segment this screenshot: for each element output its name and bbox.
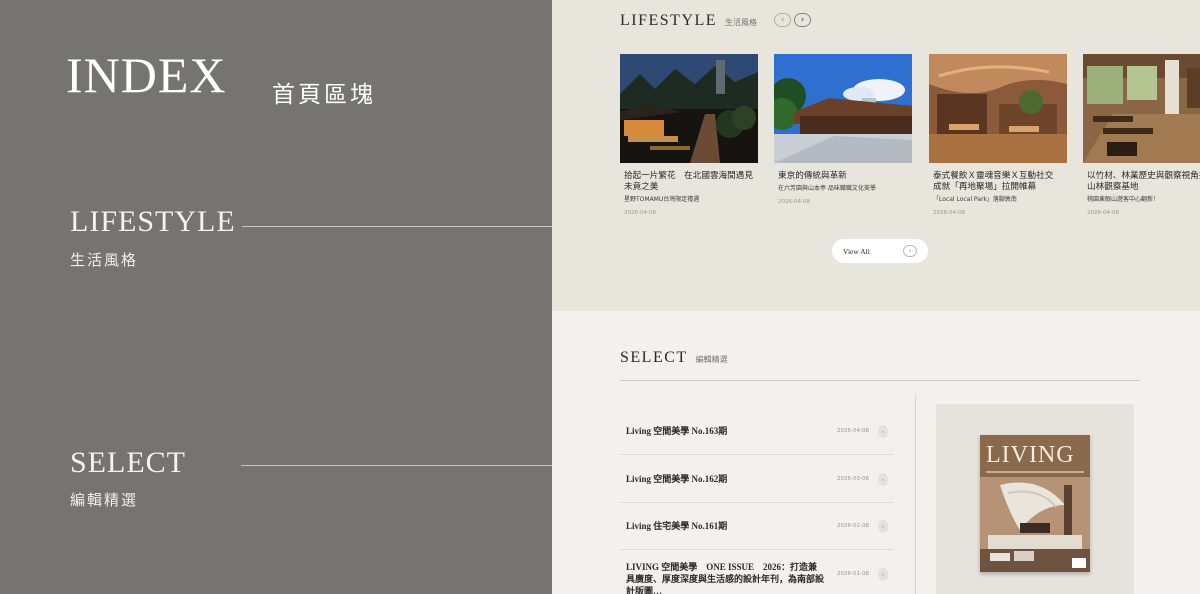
issue-date: 2026-04-08 (837, 428, 869, 434)
index-lifestyle-subtitle: 生活風格 (70, 251, 139, 269)
card-title[interactable]: 拾起一片繁花 在北國雲海間遇見未竟之美 (624, 170, 758, 192)
card-photo[interactable] (620, 54, 758, 163)
card-subtitle: 桃園東眼山遊客中心翻新！ (1087, 196, 1160, 203)
index-select-subtitle: 編輯精選 (70, 491, 139, 509)
lifestyle-card[interactable]: 泰式餐飲Ｘ靈魂音樂Ｘ互動社交 成就「再地聚場」拉開帷幕 「Local Local… (929, 54, 1067, 216)
lifestyle-title: LIFESTYLE (620, 12, 718, 29)
issue-title[interactable]: Living 空間美學 No.162期 (626, 473, 826, 485)
lifestyle-heading: LIFESTYLE 生活風格 (620, 12, 757, 30)
card-subtitle: 星野TOMAMU台灣限定禮遇 (624, 196, 700, 203)
card-date: 2026-04-08 (1087, 210, 1119, 216)
issue-date: 2026-03-06 (837, 476, 869, 482)
select-section: SELECT 編輯精選 Living 空間美學 No.163期 2026-04-… (552, 311, 1200, 594)
lifestyle-card[interactable]: 拾起一片繁花 在北國雲海間遇見未竟之美 星野TOMAMU台灣限定禮遇 2026-… (620, 54, 758, 216)
card-title[interactable]: 泰式餐飲Ｘ靈魂音樂Ｘ互動社交 成就「再地聚場」拉開帷幕 (933, 170, 1067, 192)
issue-title[interactable]: Living 空間美學 No.163期 (626, 425, 826, 437)
select-divider (620, 380, 1140, 381)
select-connector-line (241, 465, 552, 466)
carousel-arrows: ‹ › (774, 13, 811, 27)
issue-title[interactable]: LIVING 空間美學 ONE ISSUE 2026：打造兼具廣度、厚度深度與生… (626, 561, 826, 594)
card-photo[interactable] (1083, 54, 1200, 163)
issue-date: 2026-01-08 (837, 571, 869, 577)
magazine-cover[interactable]: LIVING (980, 435, 1090, 572)
card-title[interactable]: 以竹材、林業歷史與觀察視角打造山林觀察基地 (1087, 170, 1200, 192)
lifestyle-card[interactable]: 以竹材、林業歷史與觀察視角打造山林觀察基地 桃園東眼山遊客中心翻新！ 2026-… (1083, 54, 1200, 216)
issue-list-item[interactable]: Living 空間美學 No.163期 2026-04-08 › (620, 405, 893, 455)
index-panel: INDEX 首頁區塊 LIFESTYLE 生活風格 SELECT 編輯精選 (0, 0, 552, 594)
chevron-right-icon[interactable]: › (878, 473, 888, 486)
select-title: SELECT (620, 349, 688, 366)
issue-list-item[interactable]: LIVING 空間美學 ONE ISSUE 2026：打造兼具廣度、厚度深度與生… (620, 550, 893, 594)
magazine-logo: LIVING (986, 442, 1075, 468)
select-subtitle: 編輯精選 (695, 355, 728, 364)
issue-list-item[interactable]: Living 空間美學 No.162期 2026-03-06 › (620, 455, 893, 503)
card-title[interactable]: 東京的傳統與革新 (778, 170, 912, 181)
select-heading: SELECT 編輯精選 (620, 349, 728, 367)
lifestyle-subtitle: 生活風格 (725, 18, 758, 27)
index-title: INDEX (66, 47, 227, 103)
chevron-right-icon[interactable]: › (878, 568, 888, 581)
issue-date: 2026-02-08 (837, 523, 869, 529)
issue-list-item[interactable]: Living 住宅美學 No.161期 2026-02-08 › (620, 503, 893, 550)
card-subtitle: 在六芳園與山本亭 品味職職文化美學 (778, 185, 876, 192)
view-all-button[interactable]: View All › (832, 239, 928, 263)
card-photo[interactable] (929, 54, 1067, 163)
card-subtitle: 「Local Local Park」落腳敦南 (933, 196, 1017, 203)
carousel-prev-button[interactable]: ‹ (774, 13, 791, 27)
view-all-label: View All (843, 246, 870, 256)
select-column-divider (915, 395, 916, 594)
lifestyle-card[interactable]: 東京的傳統與革新 在六芳園與山本亭 品味職職文化美學 2026-04-08 (774, 54, 912, 205)
chevron-right-icon[interactable]: › (878, 520, 888, 533)
card-photo[interactable] (774, 54, 912, 163)
index-subtitle: 首頁區塊 (272, 82, 376, 107)
issue-title[interactable]: Living 住宅美學 No.161期 (626, 520, 826, 532)
magazine-cover-panel: LIVING (936, 404, 1134, 594)
index-lifestyle-title: LIFESTYLE (70, 205, 236, 238)
chevron-right-icon[interactable]: › (878, 425, 888, 438)
card-date: 2026-04-08 (624, 210, 656, 216)
card-date: 2026-04-08 (778, 199, 810, 205)
carousel-next-button[interactable]: › (794, 13, 811, 27)
index-select-title: SELECT (70, 446, 186, 479)
chevron-right-icon: › (903, 245, 917, 257)
lifestyle-connector-line (242, 226, 552, 227)
card-date: 2026-04-08 (933, 210, 965, 216)
lifestyle-section: LIFESTYLE 生活風格 ‹ › 拾起一片繁花 在北國雲海間遇見未竟之美 星… (552, 0, 1200, 311)
